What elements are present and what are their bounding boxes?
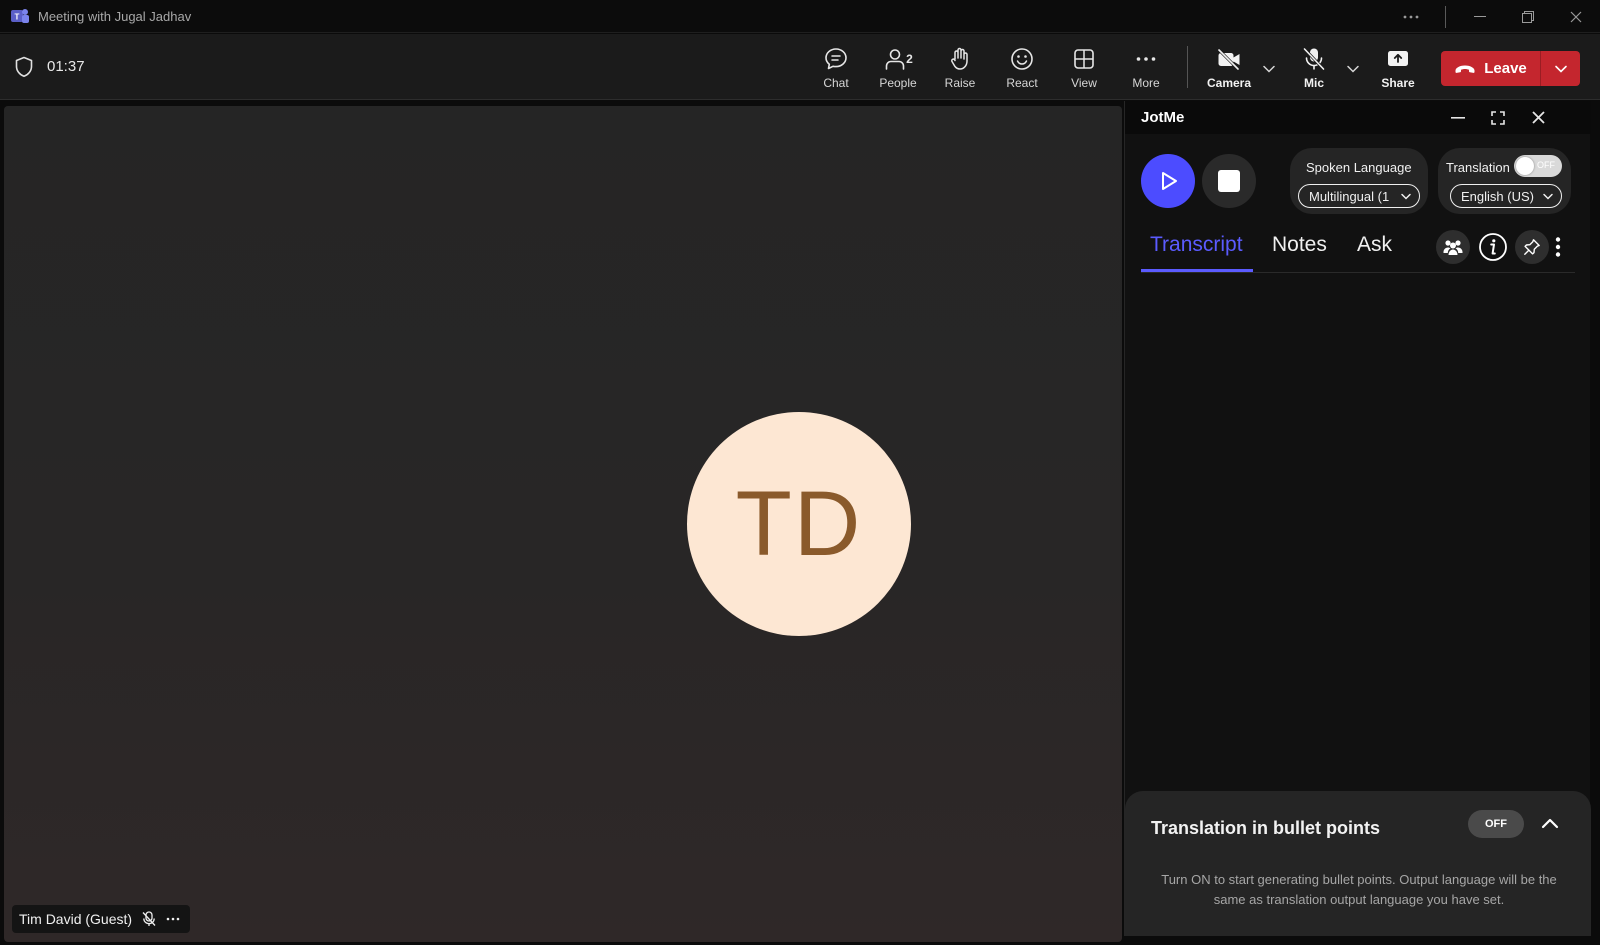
meeting-toolbar: 01:37 Chat 2 People Raise React View Mor…: [0, 34, 1600, 100]
close-window-icon[interactable]: [1552, 0, 1600, 33]
jotme-title: JotMe: [1141, 109, 1185, 126]
translation-language-value: English (US): [1461, 188, 1534, 204]
more-dots-icon: [1136, 57, 1156, 61]
pin-icon: [1524, 239, 1540, 255]
people-label: People: [879, 76, 917, 90]
translation-toggle[interactable]: OFF: [1514, 155, 1562, 177]
video-stage: [4, 106, 1122, 942]
share-screen-icon: [1388, 51, 1408, 66]
spoken-language-value: Multilingual (1: [1309, 188, 1390, 204]
participant-name-tag: Tim David (Guest): [12, 905, 191, 933]
chat-label: Chat: [823, 76, 849, 90]
toolbar-divider: [1187, 46, 1188, 88]
leave-options-chevron-icon[interactable]: [1541, 51, 1580, 86]
share-label: Share: [1381, 76, 1415, 90]
people-group-icon: [1443, 240, 1463, 255]
tab-ask[interactable]: Ask: [1357, 233, 1392, 257]
teams-app-icon: T: [11, 9, 29, 23]
panel-more-button[interactable]: [1548, 230, 1568, 264]
camera-label: Camera: [1206, 76, 1252, 90]
raise-hand-button[interactable]: Raise: [932, 46, 988, 92]
svg-text:T: T: [15, 13, 20, 22]
chat-button[interactable]: Chat: [808, 46, 864, 92]
pin-button[interactable]: [1515, 230, 1549, 264]
view-label: View: [1071, 76, 1097, 90]
shield-icon[interactable]: [14, 56, 34, 78]
bullet-points-card: Translation in bullet points OFF Turn ON…: [1125, 791, 1591, 936]
grid-view-icon: [1074, 49, 1094, 69]
tab-transcript[interactable]: Transcript: [1150, 233, 1243, 257]
more-button[interactable]: More: [1118, 46, 1174, 92]
speakers-button[interactable]: [1436, 230, 1470, 264]
bullet-points-title: Translation in bullet points: [1151, 818, 1381, 838]
jotme-close-icon[interactable]: [1518, 101, 1558, 134]
spoken-language-select[interactable]: Multilingual (1: [1298, 184, 1420, 208]
info-icon: [1479, 233, 1507, 261]
share-button[interactable]: Share: [1370, 46, 1426, 92]
bullet-points-description: Turn ON to start generating bullet point…: [1161, 872, 1557, 907]
leave-button[interactable]: Leave: [1441, 51, 1541, 86]
chevron-down-icon: [1401, 193, 1411, 200]
jotme-minimize-icon[interactable]: [1438, 101, 1478, 134]
camera-off-icon: [1217, 48, 1240, 71]
smiley-icon: [1011, 48, 1033, 70]
translation-label: Translation: [1446, 160, 1510, 175]
minimize-window-icon[interactable]: [1456, 0, 1504, 33]
people-count: 2: [906, 52, 913, 66]
tab-notes[interactable]: Notes: [1272, 233, 1327, 257]
start-recording-button[interactable]: [1141, 154, 1195, 208]
titlebar-divider: [1445, 5, 1446, 28]
leave-label: Leave: [1484, 60, 1527, 77]
spoken-language-label: Spoken Language: [1306, 160, 1412, 175]
mic-off-icon: [1303, 47, 1325, 71]
participant-more-icon[interactable]: [166, 917, 180, 921]
active-tab-indicator: [1141, 269, 1253, 272]
chevron-down-icon: [1543, 193, 1553, 200]
raise-hand-icon: [951, 47, 968, 70]
vertical-dots-icon: [1555, 237, 1561, 257]
window-title: Meeting with Jugal Jadhav: [38, 8, 192, 24]
more-label: More: [1132, 76, 1160, 90]
translation-toggle-state: OFF: [1537, 160, 1555, 170]
jotme-tabs: Transcript Notes Ask: [1141, 225, 1575, 273]
title-bar: T Meeting with Jugal Jadhav: [0, 0, 1600, 33]
people-button[interactable]: 2 People: [870, 46, 926, 92]
hang-up-icon: [1455, 65, 1475, 73]
bullet-points-toggle[interactable]: OFF: [1468, 810, 1524, 838]
chat-icon: [825, 48, 847, 70]
participant-avatar: TD: [687, 412, 911, 636]
toggle-knob: [1516, 157, 1534, 175]
jotme-header: JotMe: [1125, 101, 1591, 134]
window-more-icon[interactable]: [1387, 0, 1435, 33]
restore-window-icon[interactable]: [1504, 0, 1552, 33]
jotme-panel: JotMe Spoken Language Multilingual (1 Tr…: [1124, 101, 1591, 936]
info-button[interactable]: [1476, 230, 1510, 264]
react-label: React: [1006, 76, 1038, 90]
stop-recording-button[interactable]: [1202, 154, 1256, 208]
mic-options-chevron-icon[interactable]: [1345, 61, 1361, 77]
view-button[interactable]: View: [1056, 46, 1112, 92]
stop-icon: [1218, 170, 1240, 192]
participant-mic-off-icon: [142, 911, 156, 926]
jotme-expand-icon[interactable]: [1478, 101, 1518, 134]
mic-button[interactable]: Mic: [1286, 46, 1342, 92]
meeting-timer: 01:37: [47, 58, 85, 75]
translation-language-select[interactable]: English (US): [1450, 184, 1562, 208]
chevron-up-icon[interactable]: [1539, 813, 1561, 835]
participant-name: Tim David (Guest): [19, 911, 133, 927]
leave-button-group: Leave: [1441, 51, 1580, 86]
mic-label: Mic: [1303, 76, 1324, 90]
spoken-language-card: Spoken Language Multilingual (1: [1290, 148, 1428, 214]
react-button[interactable]: React: [994, 46, 1050, 92]
camera-options-chevron-icon[interactable]: [1261, 61, 1277, 77]
play-icon: [1162, 172, 1177, 190]
translation-card: Translation OFF English (US): [1438, 148, 1571, 214]
raise-label: Raise: [944, 76, 976, 90]
camera-button[interactable]: Camera: [1201, 46, 1257, 92]
